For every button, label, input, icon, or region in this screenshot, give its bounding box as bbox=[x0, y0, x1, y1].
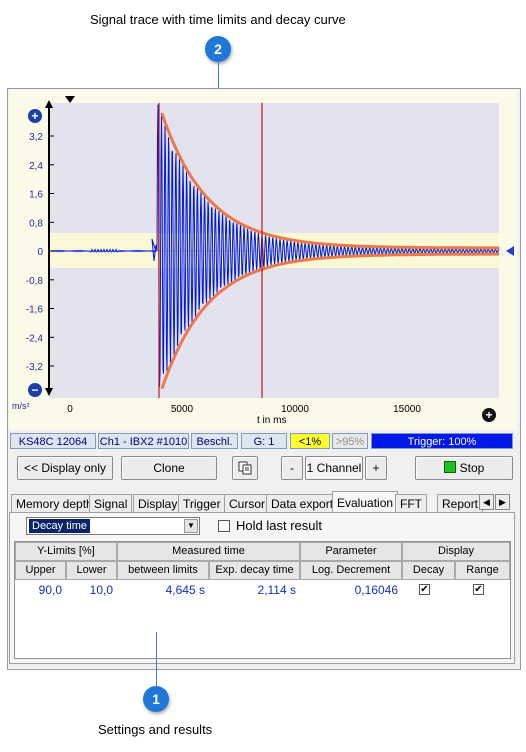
tab-display[interactable]: Display bbox=[133, 494, 183, 512]
cell-lower[interactable]: 10,0 bbox=[66, 581, 117, 599]
channel-plus-button[interactable]: + bbox=[365, 456, 387, 480]
status-channel: Ch1 - IBX2 #1010 bbox=[98, 433, 189, 449]
status-level-high: >95% bbox=[332, 433, 368, 449]
cell-log-decrement: 0,16046 bbox=[354, 583, 398, 597]
tab-scroll-right-button[interactable]: ▶ bbox=[495, 494, 510, 510]
callout-text-signal-trace: Signal trace with time limits and decay … bbox=[90, 12, 346, 27]
column-range: Range bbox=[455, 561, 510, 580]
hold-last-result-checkbox[interactable] bbox=[218, 520, 230, 532]
y-tick-label: 0,8 bbox=[29, 218, 43, 229]
arrow-right-icon: ▶ bbox=[499, 497, 506, 507]
callout-line-bottom bbox=[156, 632, 157, 686]
trigger-marker-icon bbox=[65, 96, 75, 103]
y-tick-label: -0,8 bbox=[26, 276, 44, 287]
plot-svg: + − + 3,2 2,4 1,6 0,8 0 -0,8 -1,6 -2,4 -3,2 0 500… bbox=[26, 96, 514, 422]
svg-text:−: − bbox=[31, 383, 38, 397]
level-marker-icon bbox=[506, 246, 514, 256]
header-display: Display bbox=[402, 542, 510, 561]
status-gain: G: 1 bbox=[241, 433, 287, 449]
header-y-limits: Y-Limits [%] bbox=[15, 542, 117, 561]
svg-text:+: + bbox=[31, 109, 38, 123]
y-tick-label: -3,2 bbox=[26, 362, 44, 373]
column-lower: Lower bbox=[66, 561, 117, 580]
tab-trigger[interactable]: Trigger bbox=[178, 494, 226, 512]
copy-icon bbox=[238, 461, 252, 475]
y-tick-label: 1,6 bbox=[29, 190, 43, 201]
arrow-left-icon: ◀ bbox=[483, 497, 490, 507]
stop-button[interactable]: Stop bbox=[415, 456, 513, 480]
y-tick-label: -2,4 bbox=[26, 333, 44, 344]
y-tick-label: 0 bbox=[37, 247, 43, 258]
status-quantity: Beschl. bbox=[191, 433, 238, 449]
y-tick-label: 2,4 bbox=[29, 161, 43, 172]
column-exp-decay-time: Exp. decay time bbox=[209, 561, 300, 580]
chevron-down-icon[interactable]: ▼ bbox=[184, 519, 198, 533]
tab-evaluation[interactable]: Evaluation bbox=[332, 491, 399, 513]
svg-text:+: + bbox=[485, 408, 492, 422]
oscilloscope-plot: + − + 3,2 2,4 1,6 0,8 0 -0,8 -1,6 -2,4 -3,2 0 500… bbox=[9, 90, 517, 430]
cell-between-limits: 4,645 s bbox=[165, 583, 205, 597]
x-axis-label: t in ms bbox=[257, 415, 287, 426]
tab-report[interactable]: Report bbox=[437, 494, 484, 512]
x-tick-label: 5000 bbox=[171, 404, 194, 415]
hold-last-result-label: Hold last result bbox=[236, 518, 322, 533]
tab-fft[interactable]: FFT bbox=[395, 494, 427, 512]
callout-text-settings: Settings and results bbox=[98, 722, 213, 737]
x-tick-label: 10000 bbox=[281, 404, 309, 415]
decay-display-checkbox[interactable]: ✔ bbox=[419, 584, 430, 595]
column-between-limits: between limits bbox=[117, 561, 209, 580]
header-measured-time: Measured time bbox=[117, 542, 300, 561]
tab-scroll-left-button[interactable]: ◀ bbox=[479, 494, 494, 510]
column-decay: Decay bbox=[402, 561, 455, 580]
display-only-button[interactable]: << Display only bbox=[17, 456, 113, 480]
stop-button-label: Stop bbox=[459, 461, 485, 475]
channel-minus-button[interactable]: - bbox=[281, 456, 303, 480]
clone-button[interactable]: Clone bbox=[121, 456, 217, 480]
callout-bubble-1: 1 bbox=[143, 686, 169, 712]
evaluation-mode-value: Decay time bbox=[29, 519, 91, 533]
x-tick-label: 15000 bbox=[393, 404, 421, 415]
stop-status-icon bbox=[443, 461, 456, 473]
tab-cursor[interactable]: Cursor bbox=[224, 494, 271, 512]
callout-bubble-2: 2 bbox=[205, 36, 231, 62]
y-tick-label: 3,2 bbox=[29, 132, 43, 143]
column-upper: Upper bbox=[15, 561, 66, 580]
y-tick-label: -1,6 bbox=[26, 305, 44, 316]
cell-upper[interactable]: 90,0 bbox=[15, 581, 66, 599]
tab-memory-depth[interactable]: Memory depth bbox=[11, 494, 98, 512]
header-parameter: Parameter bbox=[300, 542, 402, 561]
copy-button[interactable] bbox=[232, 456, 258, 480]
range-display-checkbox[interactable]: ✔ bbox=[473, 584, 484, 595]
column-log-decrement: Log. Decrement bbox=[300, 561, 402, 580]
status-trigger: Trigger: 100% bbox=[371, 433, 513, 449]
tab-signal[interactable]: Signal bbox=[89, 494, 133, 512]
y-unit-label: m/s² bbox=[12, 401, 30, 411]
tab-data-export[interactable]: Data export bbox=[266, 494, 339, 512]
status-level-low: <1% bbox=[290, 433, 330, 449]
x-tick-label: 0 bbox=[67, 404, 73, 415]
evaluation-mode-select[interactable]: Decay time ▼ bbox=[26, 517, 200, 535]
cell-exp-decay-time: 2,114 s bbox=[257, 583, 296, 597]
status-sensor: KS48C 12064 bbox=[10, 433, 96, 449]
channel-count-display: 1 Channel bbox=[305, 456, 363, 480]
